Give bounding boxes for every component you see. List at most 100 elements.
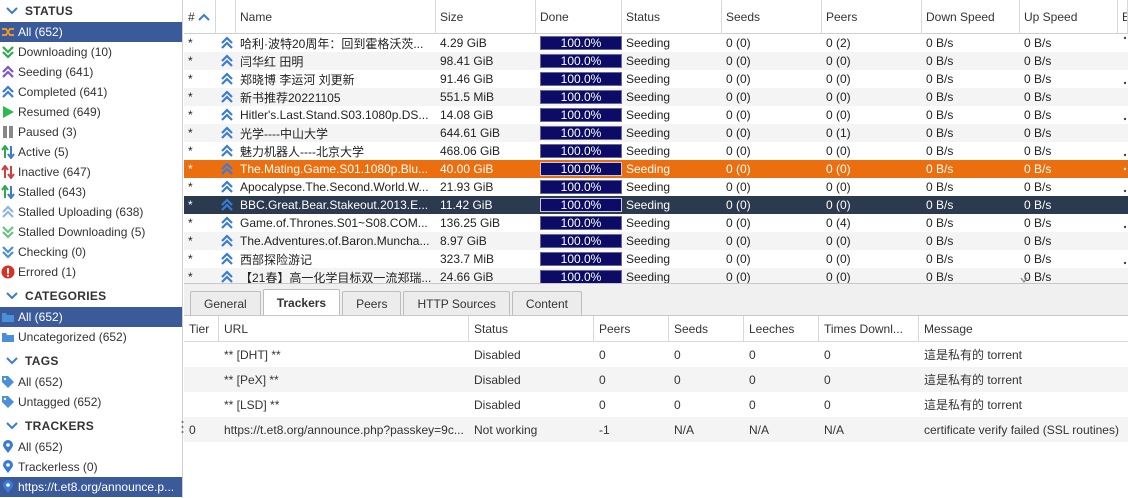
cell-url-text: ** [DHT] **: [224, 347, 281, 362]
tracker-row[interactable]: ** [DHT] ** Disabled 0 0 0 0 這是私有的 torrent: [184, 342, 1128, 367]
trackers-section-header[interactable]: TRACKERS: [0, 415, 182, 437]
categories-section-header[interactable]: CATEGORIES: [0, 285, 182, 307]
status-filter-errored[interactable]: Errored (1): [0, 262, 182, 282]
status-filter-active[interactable]: Active (5): [0, 142, 182, 162]
cell-tracker-status-text: Disabled: [474, 397, 521, 412]
cell-seeds-text: 0 (0): [726, 72, 751, 86]
column-header-message[interactable]: Message: [919, 316, 1128, 342]
tab-content[interactable]: Content: [511, 291, 582, 315]
status-filter-stalled-uploading[interactable]: Stalled Uploading (638): [0, 202, 182, 222]
cell-peers-text: 0 (0): [826, 54, 851, 68]
cell-size: 11.42 GiB: [436, 196, 536, 214]
column-header-peers[interactable]: Peers: [822, 0, 922, 34]
tab-http-sources[interactable]: HTTP Sources: [403, 291, 510, 315]
category-filter-uncategorized[interactable]: Uncategorized (652): [0, 327, 182, 347]
vertical-scrollbar[interactable]: [1122, 34, 1128, 283]
torrent-row[interactable]: * The.Mating.Game.S01.1080p.Blu... 40.00 G…: [184, 160, 1128, 178]
priority-icon: [220, 144, 234, 158]
column-header-url[interactable]: URL: [219, 315, 469, 342]
column-header-down-speed[interactable]: Down Speed: [922, 0, 1020, 34]
cell-down-speed-text: 0 B/s: [926, 270, 954, 283]
tracker-filter-trackerless[interactable]: Trackerless (0): [0, 457, 182, 477]
cell-tracker-peers: 0: [594, 367, 669, 392]
progress-bar: 100.0%: [540, 144, 622, 158]
cell-up-speed: 0 B/s: [1020, 142, 1118, 160]
cell-name-text: The.Adventures.of.Baron.Muncha...: [240, 234, 430, 248]
tag-filter-all[interactable]: All (652): [0, 372, 182, 392]
tracker-filter-all[interactable]: All (652): [0, 437, 182, 457]
tab-peers[interactable]: Peers: [342, 291, 402, 315]
column-header-tracker-seeds[interactable]: Seeds: [669, 315, 744, 342]
tracker-filter-https-t-et8-org-announce-p[interactable]: https://t.et8.org/announce.p...: [0, 477, 182, 497]
cell-name-text: Hitler's.Last.Stand.S03.1080p.DS...: [240, 108, 429, 122]
column-header-name[interactable]: Name: [236, 0, 436, 34]
torrent-row[interactable]: * The.Adventures.of.Baron.Muncha... 8.97 G…: [184, 232, 1128, 250]
torrent-row[interactable]: * Hitler's.Last.Stand.S03.1080p.DS... 14.0…: [184, 106, 1128, 124]
status-filter-resumed[interactable]: Resumed (649): [0, 102, 182, 122]
torrent-row[interactable]: * BBC.Great.Bear.Stakeout.2013.E... 11.42 …: [184, 196, 1128, 214]
tracker-row[interactable]: ** [PeX] ** Disabled 0 0 0 0 這是私有的 torrent: [184, 367, 1128, 392]
torrent-row[interactable]: * 【21春】高一化学目标双一流郑瑞... 24.66 GiB 100.0% Seedi…: [184, 268, 1128, 283]
column-header-tracker-status[interactable]: Status: [469, 315, 594, 342]
column-header-times-downloaded[interactable]: Times Downl...: [819, 315, 919, 342]
column-header-seeds[interactable]: Seeds: [722, 0, 822, 34]
tracker-row[interactable]: 0 https://t.et8.org/announce.php?passkey=…: [184, 417, 1128, 442]
cell-queue-number: *: [184, 52, 216, 70]
column-header-priority[interactable]: [216, 0, 236, 34]
cell-up-speed: 0 B/s: [1020, 124, 1118, 142]
tag-filter-untagged[interactable]: Untagged (652): [0, 392, 182, 412]
sidebar-item-label: Downloading (10): [18, 45, 113, 59]
cell-tracker-status-text: Disabled: [474, 347, 521, 362]
cell-url-text: https://t.et8.org/announce.php?passkey=9…: [224, 422, 464, 437]
status-filter-downloading[interactable]: Downloading (10): [0, 42, 182, 62]
torrent-row[interactable]: * 魅力机器人----北京大学 468.06 GiB 100.0% Seeding 0 (…: [184, 142, 1128, 160]
torrent-row[interactable]: * 新书推荐20221105 551.5 MiB 100.0% Seeding 0 (0)…: [184, 88, 1128, 106]
cell-status-text: Seeding: [626, 144, 671, 158]
status-filter-stalled[interactable]: Stalled (643): [0, 182, 182, 202]
column-header-done[interactable]: Done: [536, 0, 622, 34]
column-header-status[interactable]: Status: [622, 0, 722, 34]
tags-section-header[interactable]: TAGS: [0, 350, 182, 372]
status-filter-inactive[interactable]: Inactive (647): [0, 162, 182, 182]
status-filter-all[interactable]: All (652): [0, 22, 182, 42]
sidebar-item-label: Untagged (652): [18, 395, 102, 409]
column-header-leeches[interactable]: Leeches: [744, 315, 819, 342]
cell-peers: 0 (4): [822, 214, 922, 232]
tracker-row[interactable]: ** [LSD] ** Disabled 0 0 0 0 這是私有的 torrent: [184, 392, 1128, 417]
torrent-row[interactable]: * 郑晓博 李运河 刘更新 91.46 GiB 100.0% Seeding 0 (0) 0…: [184, 70, 1128, 88]
torrent-row[interactable]: * 哈利·波特20周年：回到霍格沃茨... 4.29 GiB 100.0% Seedin…: [184, 34, 1128, 52]
torrent-row[interactable]: * 西部探险游记 323.7 MiB 100.0% Seeding 0 (0) 0 (0) 0…: [184, 250, 1128, 268]
torrent-row[interactable]: * Game.of.Thrones.S01~S08.COM... 136.25 Gi…: [184, 214, 1128, 232]
torrent-row[interactable]: * 闫华红 田明 98.41 GiB 100.0% Seeding 0 (0) 0 (0) 0…: [184, 52, 1128, 70]
cell-seeds-text: 0 (0): [726, 234, 751, 248]
status-filter-completed[interactable]: Completed (641): [0, 82, 182, 102]
status-filter-checking[interactable]: Checking (0): [0, 242, 182, 262]
cell-status: Seeding: [622, 232, 722, 250]
tab-trackers[interactable]: Trackers: [262, 289, 341, 315]
sidebar-item-label: All (652): [18, 375, 63, 389]
cell-peers: 0 (0): [822, 196, 922, 214]
cell-name: Game.of.Thrones.S01~S08.COM...: [236, 214, 436, 232]
status-filter-stalled-downloading[interactable]: Stalled Downloading (5): [0, 222, 182, 242]
category-filter-all[interactable]: All (652): [0, 307, 182, 327]
cell-name: 光学----中山大学: [236, 124, 436, 142]
tab-general[interactable]: General: [190, 291, 261, 315]
stalled-uploading-icon: [1, 205, 15, 219]
status-filter-seeding[interactable]: Seeding (641): [0, 62, 182, 82]
column-header-up-speed[interactable]: Up Speed: [1020, 0, 1118, 34]
torrent-row[interactable]: * Apocalypse.The.Second.World.W... 21.93 G…: [184, 178, 1128, 196]
sidebar-item-label: Paused (3): [18, 125, 77, 139]
status-section-header[interactable]: STATUS: [0, 0, 182, 22]
cell-queue-number-text: *: [188, 180, 193, 194]
column-header-tracker-peers[interactable]: Peers: [594, 315, 669, 342]
column-header-size[interactable]: Size: [436, 0, 536, 34]
torrent-row[interactable]: * 光学----中山大学 644.61 GiB 100.0% Seeding 0 (0) 0…: [184, 124, 1128, 142]
column-header-extra[interactable]: E: [1118, 0, 1128, 34]
cell-queue-number-text: *: [188, 198, 193, 212]
status-filter-paused[interactable]: Paused (3): [0, 122, 182, 142]
splitter-handle[interactable]: [181, 420, 184, 434]
cell-done: 100.0%: [536, 214, 622, 232]
cell-status-text: Seeding: [626, 216, 671, 230]
column-header-tier[interactable]: Tier: [184, 315, 219, 342]
column-header-queue[interactable]: #: [184, 0, 216, 34]
